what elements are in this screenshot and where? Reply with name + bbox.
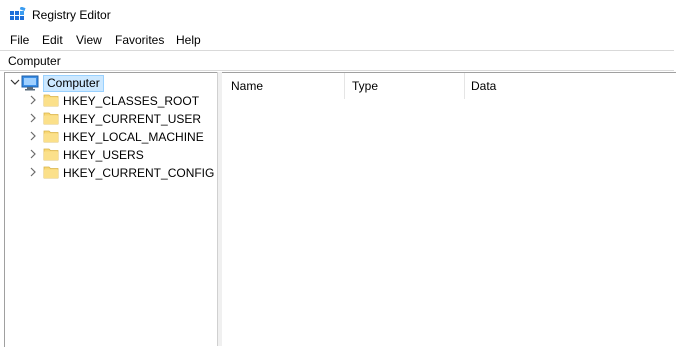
chevron-down-icon[interactable] xyxy=(10,75,20,89)
tree-node-hive[interactable]: HKEY_CLASSES_ROOT xyxy=(5,92,215,110)
column-header-name[interactable]: Name xyxy=(231,79,263,99)
tree-node-hive[interactable]: HKEY_CURRENT_CONFIG xyxy=(5,164,215,182)
folder-icon xyxy=(43,147,59,161)
tree-node-hive[interactable]: HKEY_CURRENT_USER xyxy=(5,110,215,128)
column-header-data[interactable]: Data xyxy=(471,79,496,99)
column-header-type[interactable]: Type xyxy=(352,79,378,99)
tree-label-hive: HKEY_CLASSES_ROOT xyxy=(63,94,200,108)
tree-node-hive[interactable]: HKEY_LOCAL_MACHINE xyxy=(5,128,215,146)
menu-help[interactable]: Help xyxy=(176,33,201,47)
tree-label-hive: HKEY_CURRENT_USER xyxy=(63,112,202,126)
tree-node-computer[interactable]: Computer xyxy=(5,74,215,92)
menu-file[interactable]: File xyxy=(10,33,29,47)
folder-icon xyxy=(43,111,59,125)
tree-label-computer: Computer xyxy=(43,75,104,92)
column-separator[interactable] xyxy=(344,73,345,99)
computer-icon xyxy=(21,75,39,91)
chevron-right-icon[interactable] xyxy=(28,93,38,107)
title-bar: Registry Editor xyxy=(0,0,676,30)
tree-node-hive[interactable]: HKEY_USERS xyxy=(5,146,215,164)
folder-icon xyxy=(43,165,59,179)
address-path[interactable]: Computer xyxy=(8,54,61,68)
tree-label-hive: HKEY_LOCAL_MACHINE xyxy=(63,130,204,144)
registry-editor-icon xyxy=(10,6,26,23)
menu-bar: File Edit View Favorites Help xyxy=(0,30,676,50)
folder-icon xyxy=(43,93,59,107)
chevron-right-icon[interactable] xyxy=(28,111,38,125)
folder-icon xyxy=(43,129,59,143)
key-tree-pane[interactable]: Computer HKEY_CLASSES_ROOT HKEY_CURRENT_U… xyxy=(4,72,217,347)
menu-view[interactable]: View xyxy=(76,33,102,47)
column-separator[interactable] xyxy=(464,73,465,99)
address-bar[interactable]: Computer xyxy=(0,50,674,71)
tree-label-hive: HKEY_USERS xyxy=(63,148,144,162)
tree-label-hive: HKEY_CURRENT_CONFIG xyxy=(63,166,215,180)
value-list-pane[interactable]: Name Type Data xyxy=(222,72,676,347)
chevron-right-icon[interactable] xyxy=(28,129,38,143)
menu-favorites[interactable]: Favorites xyxy=(115,33,164,47)
window-title: Registry Editor xyxy=(32,8,111,22)
menu-edit[interactable]: Edit xyxy=(42,33,63,47)
chevron-right-icon[interactable] xyxy=(28,147,38,161)
chevron-right-icon[interactable] xyxy=(28,165,38,179)
